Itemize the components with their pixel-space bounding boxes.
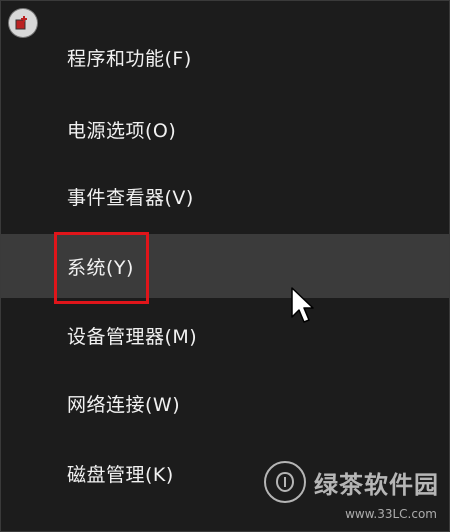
watermark: 绿茶软件园: [264, 461, 439, 503]
watermark-url: www.33LC.com: [345, 507, 437, 521]
mouse-cursor-icon: [291, 287, 314, 323]
menu-item-event-viewer[interactable]: 事件查看器(V): [1, 164, 449, 228]
winx-context-menu: 程序和功能(F) 电源选项(O) 事件查看器(V) 系统(Y) 设备管理器(M)…: [0, 0, 450, 532]
menu-item-device-manager[interactable]: 设备管理器(M): [1, 303, 449, 367]
menu-item-system[interactable]: 系统(Y): [1, 234, 449, 298]
menu-item-power-options[interactable]: 电源选项(O): [1, 97, 449, 161]
menu-item-label: 事件查看器(V): [67, 186, 194, 209]
menu-item-network-connections[interactable]: 网络连接(W): [1, 371, 449, 435]
menu-item-label: 设备管理器(M): [67, 325, 198, 348]
menu-item-label: 程序和功能(F): [67, 47, 192, 70]
menu-item-label: 网络连接(W): [67, 393, 181, 416]
menu-item-programs-features[interactable]: 程序和功能(F): [1, 25, 449, 89]
watermark-brand: 绿茶软件园: [314, 470, 439, 499]
watermark-logo-icon: [264, 461, 306, 503]
menu-item-label: 系统(Y): [67, 256, 134, 279]
menu-item-label: 磁盘管理(K): [67, 463, 174, 486]
menu-item-label: 电源选项(O): [67, 119, 177, 142]
